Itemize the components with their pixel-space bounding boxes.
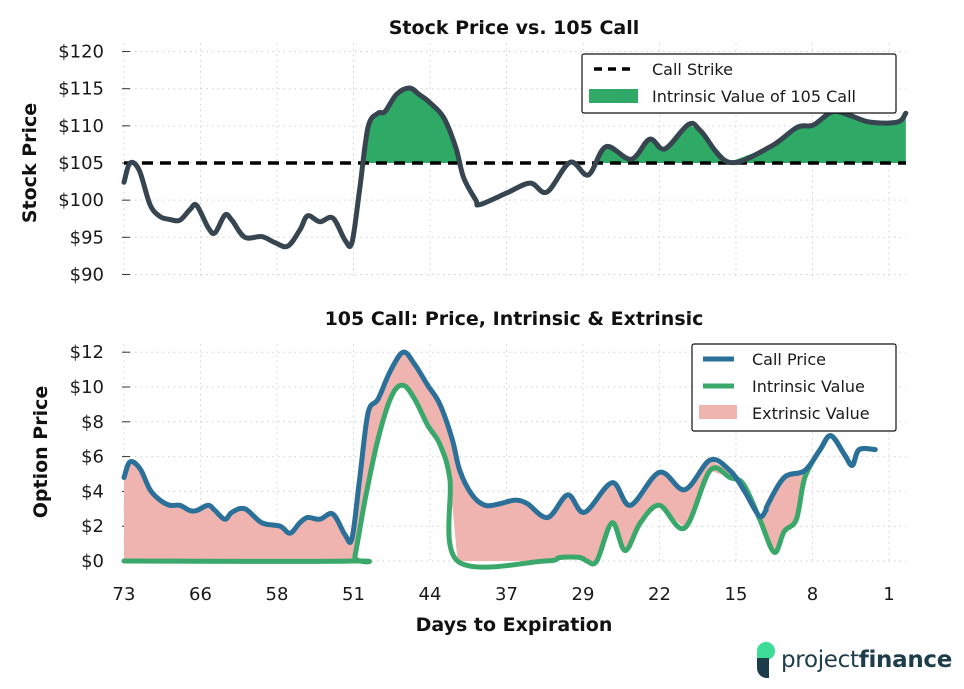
bottom-x-tick-label: 8 (807, 584, 818, 605)
top-legend: Call Strike Intrinsic Value of 105 Call (581, 53, 897, 114)
top-y-ticks: $90 $95 $100 $105 $110 $115 $120 (58, 42, 130, 285)
bottom-x-ticks: 73 66 58 51 44 37 29 22 15 8 1 (113, 584, 895, 605)
logo-wordmark: projectfinance (781, 647, 952, 673)
bottom-x-tick-label: 51 (342, 584, 365, 605)
bottom-x-tick-label: 1 (883, 584, 894, 605)
x-axis-label: Days to Expiration (416, 614, 613, 636)
bottom-y-tick-label: $12 (70, 342, 104, 363)
top-y-tick-label: $115 (58, 79, 104, 100)
legend-intrinsic-value-label: Intrinsic Value (752, 377, 865, 396)
legend-intrinsic-swatch (589, 89, 638, 103)
logo-prefix: project (781, 647, 859, 673)
bottom-x-tick-label: 29 (572, 584, 595, 605)
bottom-chart-title: 105 Call: Price, Intrinsic & Extrinsic (325, 308, 704, 330)
bottom-y-tick-label: $6 (81, 447, 104, 468)
bottom-y-tick-label: $4 (81, 481, 104, 502)
top-y-tick-label: $95 (70, 227, 104, 248)
legend-extrinsic-value-swatch (699, 405, 737, 419)
option-price-chart: 105 Call: Price, Intrinsic & Extrinsic O… (30, 308, 906, 636)
bottom-y-ticks: $0 $2 $4 $6 $8 $10 $12 (70, 342, 130, 572)
bottom-x-tick-label: 58 (266, 584, 289, 605)
bottom-y-tick-label: $10 (70, 377, 104, 398)
bottom-x-tick-label: 15 (725, 584, 748, 605)
bottom-legend: Call Price Intrinsic Value Extrinsic Val… (691, 343, 897, 432)
top-y-tick-label: $105 (58, 153, 104, 174)
logo-mark-icon (757, 642, 775, 678)
top-y-axis-label: Stock Price (19, 103, 41, 223)
bottom-x-tick-label: 44 (419, 584, 442, 605)
stock-price-chart: Stock Price vs. 105 Call Stock Price $90… (19, 17, 909, 285)
legend-extrinsic-value-label: Extrinsic Value (752, 404, 870, 423)
top-y-tick-label: $90 (70, 264, 104, 285)
figure: Stock Price vs. 105 Call Stock Price $90… (19, 17, 909, 636)
bottom-y-tick-label: $2 (81, 516, 104, 537)
legend-call-price-label: Call Price (752, 350, 826, 369)
bottom-x-tick-label: 66 (189, 584, 212, 605)
logo-suffix: finance (858, 647, 953, 673)
bottom-x-tick-label: 37 (495, 584, 518, 605)
bottom-y-tick-label: $8 (81, 412, 104, 433)
top-chart-title: Stock Price vs. 105 Call (389, 17, 640, 39)
bottom-y-axis-label: Option Price (30, 386, 52, 519)
top-y-tick-label: $110 (58, 116, 104, 137)
bottom-y-tick-label: $0 (81, 551, 104, 572)
logo-mark-bottom (757, 658, 769, 678)
top-y-tick-label: $120 (58, 42, 104, 63)
legend-intrinsic-label: Intrinsic Value of 105 Call (652, 87, 856, 106)
top-y-tick-label: $100 (58, 190, 104, 211)
projectfinance-logo: projectfinance (757, 642, 952, 678)
legend-call-strike-label: Call Strike (652, 60, 733, 79)
bottom-x-tick-label: 73 (113, 584, 136, 605)
bottom-x-tick-label: 22 (648, 584, 671, 605)
